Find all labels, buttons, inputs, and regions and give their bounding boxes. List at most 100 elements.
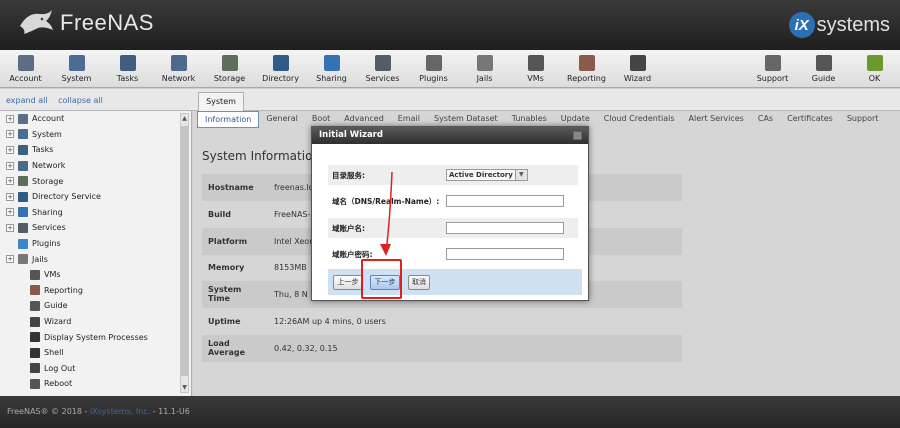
directory-service-select[interactable]: Active Directory ▼	[446, 169, 528, 181]
sidebar-item-reboot[interactable]: Reboot	[0, 376, 191, 392]
sidebar-scrollbar[interactable]: ▲ ▼	[180, 113, 189, 393]
footer-company-link[interactable]: iXsystems, Inc.	[90, 407, 150, 416]
tab-general[interactable]: General	[259, 111, 305, 128]
sidebar-item-jails[interactable]: + Jails	[0, 251, 191, 267]
expand-icon[interactable]: +	[6, 177, 14, 186]
guide-icon	[30, 300, 40, 311]
freenas-logo[interactable]: FreeNAS	[18, 8, 154, 38]
toolbar-label: Services	[365, 74, 400, 83]
sidebar-item-wizard[interactable]: Wizard	[0, 314, 191, 330]
reporting-icon	[30, 285, 40, 296]
domain-password-input[interactable]	[446, 248, 564, 260]
tab-system[interactable]: System	[198, 92, 244, 111]
previous-button[interactable]: 上一步	[333, 275, 363, 290]
sidebar-item-guide[interactable]: Guide	[0, 298, 191, 314]
account-icon	[18, 113, 28, 124]
toolbar-label: Reporting	[567, 74, 606, 83]
sidebar-item-services[interactable]: + Services	[0, 220, 191, 236]
ix-mark-icon: iX	[788, 12, 815, 38]
sidebar-item-account[interactable]: + Account	[0, 111, 191, 127]
toolbar-directory-button[interactable]: Directory	[255, 50, 306, 88]
domain-account-input[interactable]	[446, 222, 564, 234]
tab-information[interactable]: Information	[197, 111, 260, 128]
toolbar-services-button[interactable]: Services	[357, 50, 408, 88]
reporting-icon	[578, 55, 595, 71]
toolbar-storage-button[interactable]: Storage	[204, 50, 255, 88]
toolbar-wizard-button[interactable]: Wizard	[612, 50, 663, 88]
sidebar-item-vms[interactable]: VMs	[0, 267, 191, 283]
sidebar-item-reporting[interactable]: Reporting	[0, 283, 191, 299]
toolbar-system-button[interactable]: System	[51, 50, 102, 88]
sidebar-item-label: Tasks	[32, 145, 54, 155]
toolbar-support-button[interactable]: Support	[747, 50, 798, 88]
sidebar-item-plugins[interactable]: Plugins	[0, 236, 191, 252]
chevron-down-icon[interactable]: ▼	[515, 169, 528, 181]
toolbar-label: System	[61, 74, 92, 83]
support-icon	[764, 55, 781, 71]
toolbar-tasks-button[interactable]: Tasks	[102, 50, 153, 88]
sidebar-item-sharing[interactable]: + Sharing	[0, 205, 191, 221]
close-icon[interactable]	[573, 131, 582, 140]
tree-controls: expand all collapse all	[6, 96, 111, 105]
info-key: Memory	[208, 262, 245, 272]
toolbar-ok-button[interactable]: OK	[849, 50, 900, 88]
toolbar-jails-button[interactable]: Jails	[459, 50, 510, 88]
sidebar-item-display-system-processes[interactable]: Display System Processes	[0, 329, 191, 345]
vms-icon	[527, 55, 544, 71]
tab-alert-services[interactable]: Alert Services	[682, 111, 751, 128]
sidebar-item-log-out[interactable]: Log Out	[0, 361, 191, 377]
info-key: Build	[208, 209, 232, 219]
info-value: Thu, 8 N	[274, 289, 308, 299]
sidebar-item-network[interactable]: + Network	[0, 158, 191, 174]
toolbar-sharing-button[interactable]: Sharing	[306, 50, 357, 88]
sidebar-item-shell[interactable]: Shell	[0, 345, 191, 361]
scroll-up-icon[interactable]: ▲	[181, 114, 188, 123]
info-key: Load Average	[208, 339, 246, 358]
sidebar-item-tasks[interactable]: + Tasks	[0, 142, 191, 158]
expand-icon[interactable]: +	[6, 223, 14, 232]
toolbar-reporting-button[interactable]: Reporting	[561, 50, 612, 88]
jails-icon	[18, 254, 28, 265]
jails-icon	[476, 55, 493, 71]
tab-cas[interactable]: CAs	[751, 111, 780, 128]
tab-certificates[interactable]: Certificates	[780, 111, 840, 128]
services-icon	[374, 55, 391, 71]
sidebar-item-label: Account	[32, 114, 65, 124]
shark-logo-icon	[20, 10, 53, 34]
expand-all-link[interactable]: expand all	[6, 96, 48, 105]
expand-icon[interactable]: +	[6, 255, 14, 264]
tab-support[interactable]: Support	[840, 111, 886, 128]
expand-icon[interactable]: +	[6, 130, 14, 139]
collapse-all-link[interactable]: collapse all	[58, 96, 103, 105]
tab-cloud-credentials[interactable]: Cloud Credentials	[597, 111, 682, 128]
toolbar-label: Storage	[213, 74, 246, 83]
domain-name-input[interactable]	[446, 195, 564, 207]
sidebar-item-storage[interactable]: + Storage	[0, 173, 191, 189]
scroll-thumb[interactable]	[181, 126, 188, 376]
info-key: Uptime	[208, 316, 241, 326]
toolbar-vms-button[interactable]: VMs	[510, 50, 561, 88]
logo-text: FreeNAS	[60, 10, 154, 35]
expand-icon[interactable]: +	[6, 161, 14, 170]
toolbar-account-button[interactable]: Account	[0, 50, 51, 88]
expand-icon[interactable]: +	[6, 208, 14, 217]
expand-icon[interactable]: +	[6, 114, 14, 123]
logout-icon	[30, 363, 40, 374]
cancel-button[interactable]: 取消	[408, 275, 430, 290]
footer-version: - 11.1-U6	[150, 407, 190, 416]
ixsystems-logo[interactable]: iX systems	[788, 12, 890, 38]
toolbar-plugins-button[interactable]: Plugins	[408, 50, 459, 88]
ix-logo-text: systems	[816, 13, 890, 36]
toolbar-network-button[interactable]: Network	[153, 50, 204, 88]
toolbar-label: Wizard	[623, 74, 652, 83]
scroll-down-icon[interactable]: ▼	[181, 383, 188, 392]
sidebar-item-system[interactable]: + System	[0, 127, 191, 143]
sidebar-item-label: Storage	[32, 176, 64, 186]
sidebar-item-directory-service[interactable]: + Directory Service	[0, 189, 191, 205]
nav-tree: + Account + System + Tasks + Network + Storage + Di…	[0, 111, 192, 396]
sidebar-item-label: Sharing	[32, 207, 63, 217]
tree-list: + Account + System + Tasks + Network + Storage + Di…	[0, 111, 191, 392]
expand-icon[interactable]: +	[6, 192, 14, 201]
toolbar-guide-button[interactable]: Guide	[798, 50, 849, 88]
expand-icon[interactable]: +	[6, 145, 14, 154]
